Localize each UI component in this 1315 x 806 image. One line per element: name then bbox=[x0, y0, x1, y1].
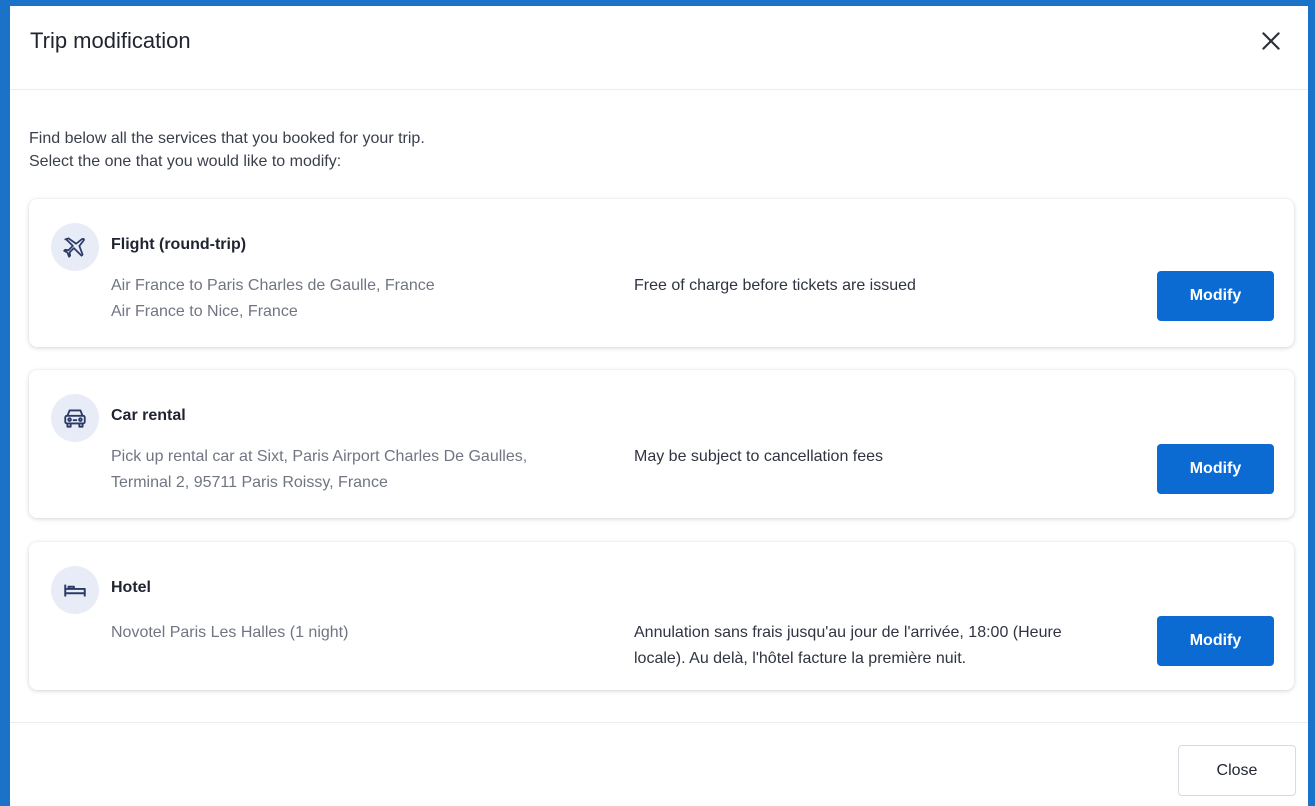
service-description: Pick up rental car at Sixt, Paris Airpor… bbox=[111, 444, 611, 496]
trip-modification-dialog: Trip modification Find below all the ser… bbox=[10, 6, 1308, 806]
service-title: Hotel bbox=[111, 579, 151, 596]
modify-car-rental-button[interactable]: Modify bbox=[1157, 444, 1274, 494]
intro-line-2: Select the one that you would like to mo… bbox=[29, 153, 342, 170]
policy-line: May be subject to cancellation fees bbox=[634, 448, 884, 465]
service-title: Car rental bbox=[111, 407, 186, 424]
service-description: Air France to Paris Charles de Gaulle, F… bbox=[111, 273, 611, 325]
close-icon[interactable] bbox=[1258, 28, 1284, 54]
bed-icon bbox=[51, 566, 99, 614]
modify-flight-button[interactable]: Modify bbox=[1157, 271, 1274, 321]
description-line: Air France to Nice, France bbox=[111, 303, 298, 320]
description-line: Terminal 2, 95711 Paris Roissy, France bbox=[111, 474, 388, 491]
dialog-title: Trip modification bbox=[30, 27, 191, 53]
cancellation-policy: May be subject to cancellation fees bbox=[634, 444, 1144, 470]
cancellation-policy: Annulation sans frais jusqu'au jour de l… bbox=[634, 620, 1144, 672]
car-icon bbox=[51, 394, 99, 442]
description-line: Novotel Paris Les Halles (1 night) bbox=[111, 624, 349, 641]
airplane-icon bbox=[51, 223, 99, 271]
policy-line: Annulation sans frais jusqu'au jour de l… bbox=[634, 624, 1062, 641]
intro-line-1: Find below all the services that you boo… bbox=[29, 130, 425, 147]
close-button[interactable]: Close bbox=[1178, 745, 1296, 796]
service-title: Flight (round-trip) bbox=[111, 236, 247, 253]
dialog-header: Trip modification bbox=[10, 6, 1308, 90]
description-line: Air France to Paris Charles de Gaulle, F… bbox=[111, 277, 435, 294]
dialog-footer: Close bbox=[10, 722, 1308, 806]
cancellation-policy: Free of charge before tickets are issued bbox=[634, 273, 1144, 299]
service-card-hotel: Hotel Novotel Paris Les Halles (1 night)… bbox=[29, 542, 1294, 690]
description-line: Pick up rental car at Sixt, Paris Airpor… bbox=[111, 448, 528, 465]
intro-text: Find below all the services that you boo… bbox=[29, 127, 425, 173]
service-description: Novotel Paris Les Halles (1 night) bbox=[111, 620, 611, 646]
modify-hotel-button[interactable]: Modify bbox=[1157, 616, 1274, 666]
service-card-flight: Flight (round-trip) Air France to Paris … bbox=[29, 199, 1294, 347]
service-card-car-rental: Car rental Pick up rental car at Sixt, P… bbox=[29, 370, 1294, 518]
policy-line: locale). Au delà, l'hôtel facture la pre… bbox=[634, 650, 967, 667]
policy-line: Free of charge before tickets are issued bbox=[634, 277, 916, 294]
